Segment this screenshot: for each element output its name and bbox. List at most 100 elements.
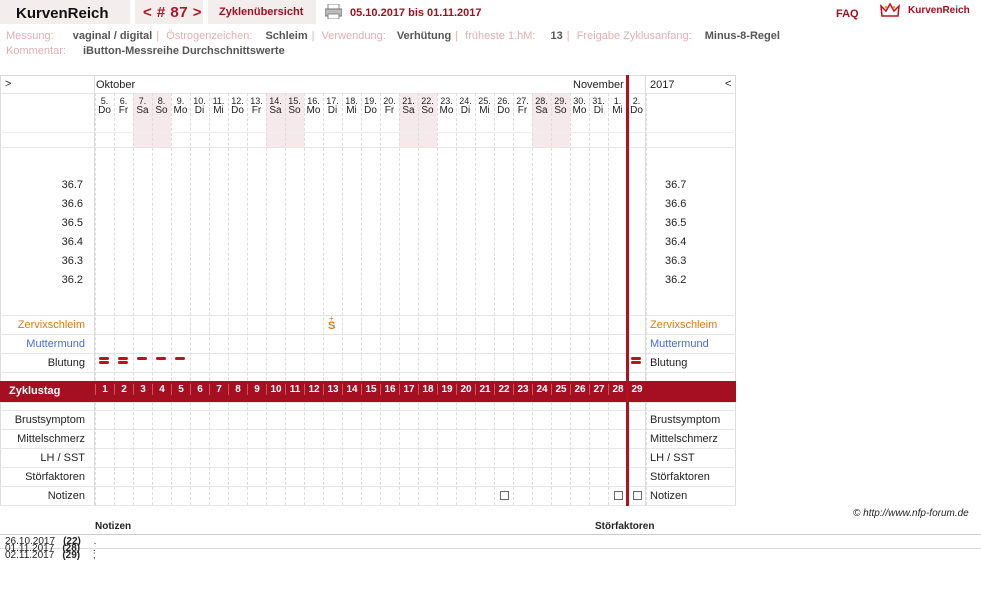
- copyright[interactable]: © http://www.nfp-forum.de: [853, 508, 969, 519]
- meta-row-1: Messung: vaginal / digital | Östrogenzeic…: [6, 30, 780, 42]
- day-header[interactable]: 27. Fr: [513, 96, 532, 116]
- crown-icon: [880, 2, 900, 17]
- day-header[interactable]: 2. Do: [627, 96, 646, 116]
- grid-column: [380, 93, 381, 505]
- cycle-day-number[interactable]: 12: [304, 384, 323, 395]
- grid-column: [342, 93, 343, 505]
- cycle-day-number[interactable]: 6: [190, 384, 209, 395]
- cycle-day-number[interactable]: 25: [551, 384, 570, 395]
- grid-column: [152, 93, 153, 505]
- weekday: Do: [364, 105, 377, 116]
- faq-link[interactable]: FAQ: [836, 8, 859, 20]
- day-header[interactable]: 24. Di: [456, 96, 475, 116]
- row-label-mittel: Mittelschmerz: [17, 433, 85, 445]
- month-label-oktober: Oktober: [96, 79, 136, 91]
- day-header[interactable]: 28. Sa: [532, 96, 551, 116]
- cycle-day-number[interactable]: 1: [95, 384, 114, 395]
- weekday: Mo: [306, 105, 321, 116]
- cycle-day-number[interactable]: 10: [266, 384, 285, 395]
- grid-column: [608, 93, 609, 505]
- cycle-day-number[interactable]: 14: [342, 384, 361, 395]
- zervix-mark: S: [328, 320, 336, 332]
- day-header[interactable]: 25. Mi: [475, 96, 494, 116]
- cycle-day-number[interactable]: 17: [399, 384, 418, 395]
- app-logo[interactable]: KurvenReich: [0, 0, 130, 24]
- cycle-day-number[interactable]: 20: [456, 384, 475, 395]
- grid-column: [114, 93, 115, 505]
- meta-row-2: Kommentar: iButton-Messreihe Durchschnit…: [6, 45, 285, 57]
- cycle-navigation[interactable]: < # 87 >: [135, 0, 203, 24]
- day-header[interactable]: 9. Mo: [171, 96, 190, 116]
- day-header[interactable]: 7. Sa: [133, 96, 152, 116]
- nav-next-button[interactable]: <: [725, 78, 731, 90]
- brand-label[interactable]: KurvenReich: [908, 5, 970, 16]
- grid-column: [589, 93, 590, 505]
- day-header[interactable]: 11. Mi: [209, 96, 228, 116]
- day-header[interactable]: 6. Fr: [114, 96, 133, 116]
- cycle-day-number[interactable]: 15: [361, 384, 380, 395]
- top-bar: KurvenReich < # 87 > Zyklenübersicht 05.…: [0, 0, 981, 26]
- cycle-day-number[interactable]: 2: [114, 384, 133, 395]
- grid-column: [437, 93, 438, 505]
- day-header[interactable]: 1. Mi: [608, 96, 627, 116]
- day-header[interactable]: 16. Mo: [304, 96, 323, 116]
- cycle-day-number[interactable]: 29: [627, 384, 646, 395]
- cycle-day-number[interactable]: 8: [228, 384, 247, 395]
- day-header[interactable]: 18. Mi: [342, 96, 361, 116]
- cycle-day-number[interactable]: 24: [532, 384, 551, 395]
- note-icon[interactable]: [500, 491, 509, 500]
- grid-column: [94, 75, 95, 506]
- temp-label: 36.2: [61, 274, 83, 286]
- weekday: Mi: [213, 105, 224, 116]
- day-header[interactable]: 21. Sa: [399, 96, 418, 116]
- weekday: Do: [497, 105, 510, 116]
- overview-link[interactable]: Zyklenübersicht: [208, 0, 316, 24]
- printer-icon[interactable]: [325, 4, 342, 19]
- day-header[interactable]: 23. Mo: [437, 96, 456, 116]
- day-header[interactable]: 20. Fr: [380, 96, 399, 116]
- cycle-day-number[interactable]: 18: [418, 384, 437, 395]
- cycle-day-number[interactable]: 26: [570, 384, 589, 395]
- day-header[interactable]: 5. Do: [95, 96, 114, 116]
- cycle-day-number[interactable]: 21: [475, 384, 494, 395]
- day-header[interactable]: 26. Do: [494, 96, 513, 116]
- cycle-day-number[interactable]: 5: [171, 384, 190, 395]
- cycle-day-number[interactable]: 3: [133, 384, 152, 395]
- day-header[interactable]: 17. Di: [323, 96, 342, 116]
- nav-prev-button[interactable]: >: [5, 78, 11, 90]
- cycle-day-number[interactable]: 13: [323, 384, 342, 395]
- day-header[interactable]: 14. Sa: [266, 96, 285, 116]
- weekday: Mo: [439, 105, 454, 116]
- cycle-day-number[interactable]: 7: [209, 384, 228, 395]
- note-icon[interactable]: [633, 491, 642, 500]
- cycle-day-number[interactable]: 9: [247, 384, 266, 395]
- day-header[interactable]: 29. So: [551, 96, 570, 116]
- cycle-day-number[interactable]: 11: [285, 384, 304, 395]
- temp-label: 36.5: [61, 217, 83, 229]
- day-header[interactable]: 22. So: [418, 96, 437, 116]
- cycle-day-number[interactable]: 22: [494, 384, 513, 395]
- day-header[interactable]: 13. Fr: [247, 96, 266, 116]
- bleeding-mark: [156, 357, 166, 360]
- day-header[interactable]: 15. So: [285, 96, 304, 116]
- cycle-day-number[interactable]: 28: [608, 384, 627, 395]
- cycle-day-number[interactable]: 4: [152, 384, 171, 395]
- day-header[interactable]: 8. So: [152, 96, 171, 116]
- cycle-day-number[interactable]: 19: [437, 384, 456, 395]
- weekday: Mi: [346, 105, 357, 116]
- day-header[interactable]: 19. Do: [361, 96, 380, 116]
- temp-label-right: 36.2: [665, 274, 687, 286]
- day-header[interactable]: 12. Do: [228, 96, 247, 116]
- day-header[interactable]: 31. Di: [589, 96, 608, 116]
- cycle-day-number[interactable]: 23: [513, 384, 532, 395]
- cycle-day-number[interactable]: 16: [380, 384, 399, 395]
- grid-column: [570, 93, 571, 505]
- row-label-muttermund: Muttermund: [26, 338, 85, 350]
- cycle-day-number[interactable]: 27: [589, 384, 608, 395]
- note-icon[interactable]: [614, 491, 623, 500]
- meta-value: vaginal / digital: [72, 30, 153, 42]
- day-header[interactable]: 10. Di: [190, 96, 209, 116]
- day-header[interactable]: 30. Mo: [570, 96, 589, 116]
- grid-column: [456, 93, 457, 505]
- grid-column: [475, 93, 476, 505]
